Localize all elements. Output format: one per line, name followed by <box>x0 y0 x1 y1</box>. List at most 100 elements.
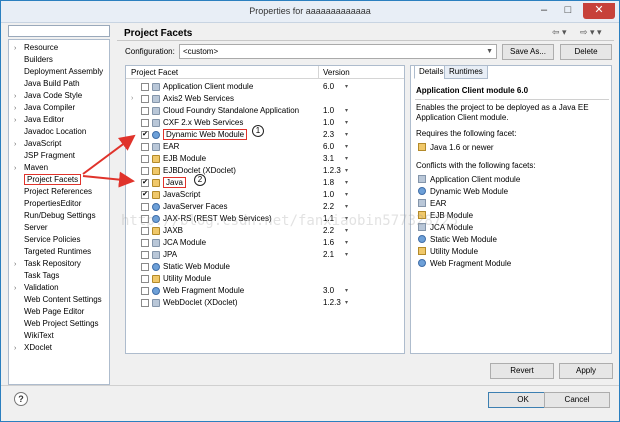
cancel-button[interactable]: Cancel <box>544 392 610 408</box>
chevron-down-icon[interactable]: ▾ <box>345 165 348 177</box>
nav-item[interactable]: Web Page Editor <box>14 306 84 318</box>
nav-item[interactable]: › XDoclet <box>14 342 52 354</box>
nav-item[interactable]: › Java Code Style <box>14 90 82 102</box>
chevron-down-icon[interactable]: ▾ <box>345 177 348 189</box>
facet-row[interactable]: EAR 6.0 ▾ <box>126 141 404 153</box>
facet-version[interactable]: 2.1 ▾ <box>323 249 348 261</box>
facet-version[interactable]: 1.0 ▾ <box>323 105 348 117</box>
nav-item[interactable]: JSP Fragment <box>14 150 75 162</box>
facet-checkbox[interactable] <box>141 107 149 115</box>
nav-item[interactable]: › Java Editor <box>14 114 64 126</box>
chevron-down-icon[interactable]: ▾ <box>345 117 348 129</box>
nav-item[interactable]: PropertiesEditor <box>14 198 81 210</box>
facet-checkbox[interactable] <box>141 299 149 307</box>
facet-row[interactable]: ✔ Java 1.8 ▾ <box>126 177 404 189</box>
facet-version[interactable]: 1.6 ▾ <box>323 237 348 249</box>
expand-icon[interactable]: › <box>131 93 139 105</box>
minimize-icon[interactable]: – <box>533 3 555 19</box>
revert-button[interactable]: Revert <box>490 363 554 379</box>
configuration-select[interactable]: <custom> ▼ <box>179 44 497 59</box>
chevron-down-icon[interactable]: ▾ <box>345 105 348 117</box>
nav-item[interactable]: Builders <box>14 54 53 66</box>
facet-checkbox[interactable] <box>141 119 149 127</box>
nav-item[interactable]: › Validation <box>14 282 59 294</box>
facet-version[interactable]: 2.3 ▾ <box>323 129 348 141</box>
apply-button[interactable]: Apply <box>559 363 613 379</box>
back-icon[interactable]: ⇦ ▾ <box>552 27 567 38</box>
facet-checkbox[interactable] <box>141 263 149 271</box>
facet-row[interactable]: ✔ Dynamic Web Module 2.3 ▾ <box>126 129 404 141</box>
facet-row[interactable]: Utility Module <box>126 273 404 285</box>
nav-item[interactable]: › Task Repository <box>14 258 81 270</box>
nav-item[interactable]: Web Content Settings <box>14 294 102 306</box>
facet-version[interactable]: 1.0 ▾ <box>323 189 348 201</box>
nav-item[interactable]: Project Facets <box>14 174 82 186</box>
nav-item[interactable]: › Maven <box>14 162 48 174</box>
chevron-down-icon[interactable]: ▾ <box>345 153 348 165</box>
facet-checkbox[interactable] <box>141 251 149 259</box>
facet-row[interactable]: › Axis2 Web Services <box>126 93 404 105</box>
facet-version[interactable]: 2.2 ▾ <box>323 201 348 213</box>
facet-version[interactable]: 1.0 ▾ <box>323 117 348 129</box>
nav-item[interactable]: Task Tags <box>14 270 59 282</box>
facet-row[interactable]: EJBDoclet (XDoclet) 1.2.3 ▾ <box>126 165 404 177</box>
facet-row[interactable]: Application Client module 6.0 ▾ <box>126 81 404 93</box>
column-project-facet[interactable]: Project Facet <box>131 68 178 77</box>
facet-row[interactable]: CXF 2.x Web Services 1.0 ▾ <box>126 117 404 129</box>
chevron-down-icon[interactable]: ▾ <box>345 81 348 93</box>
delete-button[interactable]: Delete <box>560 44 612 60</box>
facet-row[interactable]: Web Fragment Module 3.0 ▾ <box>126 285 404 297</box>
facet-version[interactable]: 6.0 ▾ <box>323 81 348 93</box>
nav-item[interactable]: › JavaScript <box>14 138 61 150</box>
facet-checkbox[interactable] <box>141 203 149 211</box>
facet-checkbox[interactable] <box>141 287 149 295</box>
chevron-down-icon[interactable]: ▾ <box>345 249 348 261</box>
facet-checkbox[interactable] <box>141 143 149 151</box>
facet-checkbox[interactable]: ✔ <box>141 179 149 187</box>
chevron-down-icon[interactable]: ▾ <box>345 129 348 141</box>
facet-checkbox[interactable] <box>141 275 149 283</box>
chevron-down-icon[interactable]: ▾ <box>345 189 348 201</box>
nav-item[interactable]: Server <box>14 222 48 234</box>
maximize-icon[interactable]: □ <box>557 3 579 19</box>
facet-row[interactable]: ✔ JavaScript 1.0 ▾ <box>126 189 404 201</box>
facet-checkbox[interactable] <box>141 83 149 91</box>
nav-item[interactable]: WikiText <box>14 330 54 342</box>
nav-item[interactable]: Javadoc Location <box>14 126 86 138</box>
facet-version[interactable]: 1.8 ▾ <box>323 177 348 189</box>
tab-runtimes[interactable]: Runtimes <box>444 66 488 79</box>
nav-item[interactable]: Java Build Path <box>14 78 80 90</box>
help-icon[interactable]: ? <box>14 392 28 406</box>
facet-row[interactable]: JavaServer Faces 2.2 ▾ <box>126 201 404 213</box>
facet-version[interactable]: 3.1 ▾ <box>323 153 348 165</box>
close-icon[interactable]: ✕ <box>583 3 615 19</box>
facet-row[interactable]: Static Web Module <box>126 261 404 273</box>
chevron-right-icon[interactable]: › <box>14 343 24 355</box>
nav-item[interactable]: › Resource <box>14 42 58 54</box>
nav-item[interactable]: Web Project Settings <box>14 318 99 330</box>
facet-version[interactable]: 1.2.3 ▾ <box>323 297 348 309</box>
nav-item[interactable]: Deployment Assembly <box>14 66 103 78</box>
save-as-button[interactable]: Save As... <box>502 44 554 60</box>
column-version[interactable]: Version <box>323 68 350 77</box>
facet-row[interactable]: WebDoclet (XDoclet) 1.2.3 ▾ <box>126 297 404 309</box>
nav-item[interactable]: › Java Compiler <box>14 102 75 114</box>
facet-checkbox[interactable] <box>141 155 149 163</box>
chevron-down-icon[interactable]: ▾ <box>345 201 348 213</box>
chevron-down-icon[interactable]: ▾ <box>345 297 348 309</box>
facet-checkbox[interactable] <box>141 239 149 247</box>
chevron-down-icon[interactable]: ▾ <box>345 285 348 297</box>
facet-version[interactable]: 3.0 ▾ <box>323 285 348 297</box>
facet-checkbox[interactable]: ✔ <box>141 191 149 199</box>
facet-row[interactable]: JCA Module 1.6 ▾ <box>126 237 404 249</box>
filter-input[interactable] <box>8 25 110 37</box>
nav-item[interactable]: Run/Debug Settings <box>14 210 96 222</box>
chevron-down-icon[interactable]: ▾ <box>345 141 348 153</box>
facet-version[interactable]: 1.2.3 ▾ <box>323 165 348 177</box>
nav-item[interactable]: Project References <box>14 186 92 198</box>
nav-item[interactable]: Service Policies <box>14 234 80 246</box>
facet-row[interactable]: JPA 2.1 ▾ <box>126 249 404 261</box>
facet-version[interactable]: 6.0 ▾ <box>323 141 348 153</box>
chevron-down-icon[interactable]: ▾ <box>345 237 348 249</box>
facet-row[interactable]: Cloud Foundry Standalone Application 1.0 ▾ <box>126 105 404 117</box>
